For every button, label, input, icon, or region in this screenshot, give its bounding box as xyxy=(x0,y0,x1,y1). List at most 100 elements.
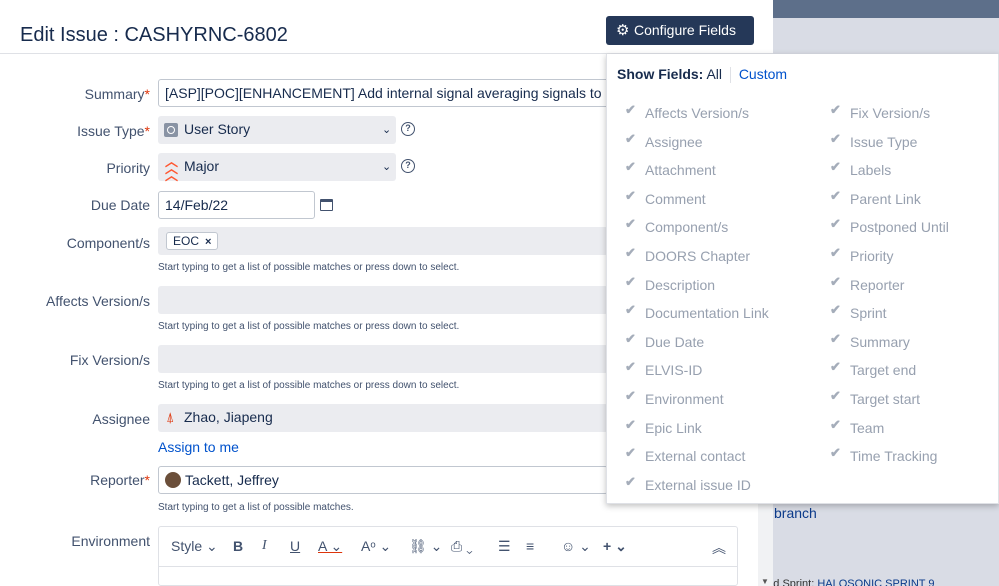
checkbox-checked-icon[interactable]: ✔ xyxy=(830,102,841,118)
checkbox-checked-icon[interactable]: ✔ xyxy=(830,131,841,147)
field-option[interactable]: ✔ Target start xyxy=(830,388,920,407)
backdrop-sprint-link[interactable]: HALOSONIC SPRINT 9 xyxy=(817,578,934,586)
field-option[interactable]: ✔ Attachment xyxy=(625,159,716,179)
italic-icon[interactable]: I xyxy=(262,538,267,554)
field-option[interactable]: ✔ ELVIS-ID xyxy=(625,359,702,378)
field-option[interactable]: ✔ Target end xyxy=(830,359,916,378)
field-option[interactable]: ✔ Description xyxy=(625,274,715,293)
field-option[interactable]: ✔ Postponed Until xyxy=(830,216,949,235)
priority-select[interactable]: ︿ ︿ ︿ Major ⌄ xyxy=(158,153,396,182)
assign-to-me-link[interactable]: Assign to me xyxy=(158,439,239,455)
field-option[interactable]: ✔ Labels xyxy=(830,159,891,178)
emoji-icon[interactable]: ☺ ⌄ xyxy=(561,538,591,555)
help-icon[interactable]: ? xyxy=(401,159,415,173)
environment-editor[interactable]: Style ⌄ B I U A ⌄ Aᵒ ⌄ ⛓ ⌄ ⎙ ⌄ ☰ ≡ ☺ ⌄ +… xyxy=(158,526,738,586)
checkbox-checked-icon[interactable]: ✔ xyxy=(830,445,841,461)
bold-icon[interactable]: B xyxy=(233,538,243,554)
field-option[interactable]: ✔ External issue ID xyxy=(625,474,751,493)
components-label: Component/s xyxy=(66,235,150,251)
field-option[interactable]: ✔ Sprint xyxy=(830,302,887,321)
components-input[interactable]: EOC × xyxy=(158,227,608,255)
insert-more-icon[interactable]: + ⌄ xyxy=(603,538,627,555)
link-icon[interactable]: ⛓ ⌄ xyxy=(409,538,442,555)
help-icon[interactable]: ? xyxy=(401,122,415,136)
remove-tag-icon[interactable]: × xyxy=(205,236,211,248)
checkbox-checked-icon[interactable]: ✔ xyxy=(625,245,636,261)
backdrop-branch-link[interactable]: branch xyxy=(774,505,817,521)
show-custom-option[interactable]: Custom xyxy=(739,66,787,82)
numbered-list-icon[interactable]: ≡ xyxy=(526,538,534,554)
checkbox-checked-icon[interactable]: ✔ xyxy=(830,188,841,204)
summary-input[interactable]: [ASP][POC][ENHANCEMENT] Add internal sig… xyxy=(158,79,618,107)
checkbox-checked-icon[interactable]: ✔ xyxy=(830,417,841,433)
field-option-label: Time Tracking xyxy=(850,448,938,465)
bullet-list-icon[interactable]: ☰ xyxy=(498,538,511,555)
field-option[interactable]: ✔ Assignee xyxy=(625,131,703,150)
field-option[interactable]: ✔ Due Date xyxy=(625,331,705,350)
field-option[interactable]: ✔ Fix Version/s xyxy=(830,102,930,121)
field-option[interactable]: ✔ Affects Version/s xyxy=(625,102,749,121)
style-dropdown[interactable]: Style ⌄ xyxy=(171,538,218,555)
checkbox-checked-icon[interactable]: ✔ xyxy=(625,188,636,204)
underline-icon[interactable]: U xyxy=(290,538,300,554)
field-option[interactable]: ✔ Priority xyxy=(830,245,894,264)
text-format-icon[interactable]: Aᵒ ⌄ xyxy=(361,538,391,555)
text-color-icon[interactable]: A ⌄ xyxy=(318,538,342,555)
avatar xyxy=(165,472,181,488)
checkbox-checked-icon[interactable]: ✔ xyxy=(625,331,636,347)
fix-version-input[interactable] xyxy=(158,345,608,373)
field-option-label: External issue ID xyxy=(645,476,751,493)
due-date-input[interactable]: 14/Feb/22 xyxy=(158,191,315,219)
field-option[interactable]: ✔ Parent Link xyxy=(830,188,921,207)
attachment-icon[interactable]: ⎙ ⌄ xyxy=(451,538,473,555)
checkbox-checked-icon[interactable]: ✔ xyxy=(830,159,841,175)
checkbox-checked-icon[interactable]: ✔ xyxy=(830,331,841,347)
field-option[interactable]: ✔ Comment xyxy=(625,188,706,207)
field-option-label: Component/s xyxy=(645,219,729,236)
checkbox-checked-icon[interactable]: ✔ xyxy=(625,474,636,490)
collapse-toolbar-icon[interactable]: ︽ xyxy=(712,538,726,558)
checkbox-checked-icon[interactable]: ✔ xyxy=(830,388,841,404)
field-option[interactable]: ✔ Environment xyxy=(625,388,724,407)
scroll-down-icon[interactable]: ▼ xyxy=(761,577,769,586)
checkbox-checked-icon[interactable]: ✔ xyxy=(830,245,841,261)
field-option-label: Due Date xyxy=(645,333,705,350)
checkbox-checked-icon[interactable]: ✔ xyxy=(625,216,636,232)
field-option[interactable]: ✔ Team xyxy=(830,417,885,436)
checkbox-checked-icon[interactable]: ✔ xyxy=(830,302,841,318)
field-option-label: Team xyxy=(850,419,885,436)
field-option[interactable]: ✔ Summary xyxy=(830,331,910,350)
field-option-label: Attachment xyxy=(645,162,716,179)
calendar-icon[interactable] xyxy=(320,199,333,211)
field-option-label: Parent Link xyxy=(850,190,921,207)
show-all-option[interactable]: All xyxy=(706,66,722,82)
checkbox-checked-icon[interactable]: ✔ xyxy=(625,302,636,318)
field-option[interactable]: ✔ Documentation Link xyxy=(625,302,769,321)
checkbox-checked-icon[interactable]: ✔ xyxy=(830,216,841,232)
field-option[interactable]: ✔ Component/s xyxy=(625,216,729,236)
checkbox-checked-icon[interactable]: ✔ xyxy=(625,417,636,433)
checkbox-checked-icon[interactable]: ✔ xyxy=(830,359,841,375)
field-option[interactable]: ✔ DOORS Chapter xyxy=(625,245,750,264)
checkbox-checked-icon[interactable]: ✔ xyxy=(625,274,636,290)
checkbox-checked-icon[interactable]: ✔ xyxy=(625,445,636,461)
environment-label: Environment xyxy=(71,533,150,549)
field-option[interactable]: ✔ Epic Link xyxy=(625,417,702,436)
checkbox-checked-icon[interactable]: ✔ xyxy=(625,388,636,404)
checkbox-checked-icon[interactable]: ✔ xyxy=(625,102,636,118)
reporter-input[interactable]: Tackett, Jeffrey xyxy=(158,466,608,494)
checkbox-checked-icon[interactable]: ✔ xyxy=(625,159,636,175)
checkbox-checked-icon[interactable]: ✔ xyxy=(625,131,636,147)
checkbox-checked-icon[interactable]: ✔ xyxy=(830,274,841,290)
affects-version-input[interactable] xyxy=(158,286,608,314)
configure-fields-button[interactable]: ⚙ Configure Fields xyxy=(606,16,754,45)
field-option-label: Priority xyxy=(850,248,894,264)
field-option[interactable]: ✔ External contact xyxy=(625,445,745,464)
checkbox-checked-icon[interactable]: ✔ xyxy=(625,359,636,375)
field-option[interactable]: ✔ Time Tracking xyxy=(830,445,938,465)
reporter-label: Reporter* xyxy=(90,472,150,488)
field-option[interactable]: ✔ Issue Type xyxy=(830,131,917,150)
assignee-input[interactable]: ⍋ Zhao, Jiapeng xyxy=(158,404,608,432)
issue-type-select[interactable]: User Story ⌄ xyxy=(158,116,396,144)
field-option[interactable]: ✔ Reporter xyxy=(830,274,904,293)
